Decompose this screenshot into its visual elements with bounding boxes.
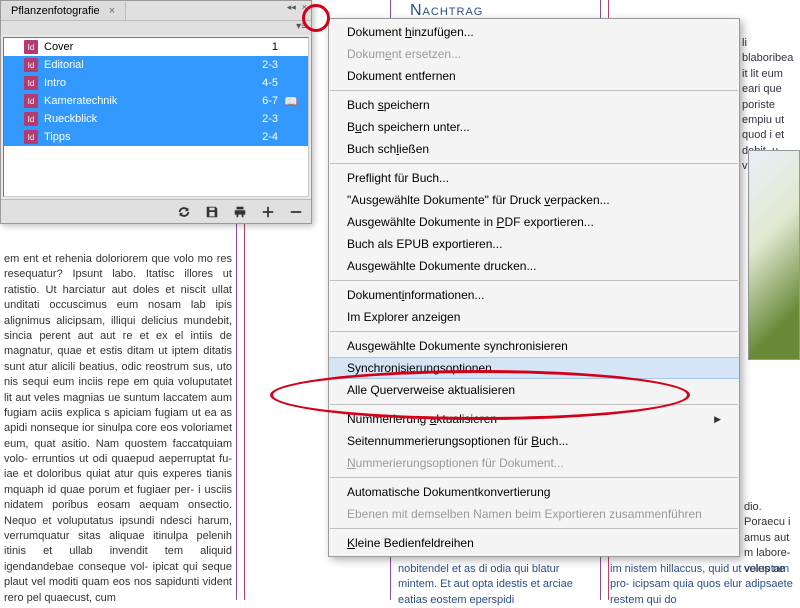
menu-item-label: Preflight für Buch... (347, 171, 449, 185)
panel-menu-icon[interactable]: ▾≡ (296, 21, 307, 32)
doc-name: Rueckblick (40, 113, 236, 125)
menu-separator (330, 90, 738, 91)
menu-item-label: Nummerierung aktualisieren (347, 412, 497, 426)
body-text-left: em ent et rehenia doloriorem que volo mo… (0, 250, 236, 608)
document-list: IdCover1IdEditorial2-3IdIntro4-5IdKamera… (3, 37, 309, 197)
menu-item: Ebenen mit demselben Namen beim Exportie… (329, 503, 739, 525)
doc-name: Kameratechnik (40, 95, 236, 107)
panel-close-icon[interactable]: × (302, 2, 307, 13)
print-icon[interactable] (233, 205, 247, 219)
menu-item-label: Buch als EPUB exportieren... (347, 237, 502, 251)
menu-item[interactable]: Ausgewählte Dokumente synchronisieren (329, 335, 739, 357)
menu-item-label: Buch speichern unter... (347, 120, 470, 134)
menu-item[interactable]: Ausgewählte Dokumente drucken... (329, 255, 739, 277)
document-row[interactable]: IdIntro4-5 (4, 74, 308, 92)
body-text-bottom-right: im nistem hillaccus, quid ut voluptam pr… (610, 562, 800, 608)
menu-item[interactable]: Preflight für Buch... (329, 167, 739, 189)
save-icon[interactable] (205, 205, 219, 219)
indesign-doc-icon: Id (22, 112, 40, 126)
indesign-doc-icon: Id (22, 58, 40, 72)
menu-item-label: Alle Querverweise aktualisieren (347, 383, 515, 397)
menu-item[interactable]: Ausgewählte Dokumente in PDF exportieren… (329, 211, 739, 233)
menu-item-label: Kleine Bedienfeldreihen (347, 536, 474, 550)
menu-item[interactable]: Dokument hinzufügen... (329, 21, 739, 43)
document-row[interactable]: IdTipps2-4 (4, 128, 308, 146)
menu-item-label: "Ausgewählte Dokumente" für Druck verpac… (347, 193, 610, 207)
menu-item[interactable]: Buch speichern unter... (329, 116, 739, 138)
menu-item-label: Automatische Dokumentkonvertierung (347, 485, 550, 499)
document-row[interactable]: IdEditorial2-3 (4, 56, 308, 74)
menu-item-label: Buch speichern (347, 98, 430, 112)
menu-item-label: Seitennummerierungsoptionen für Buch... (347, 434, 568, 448)
menu-item[interactable]: "Ausgewählte Dokumente" für Druck verpac… (329, 189, 739, 211)
submenu-arrow-icon: ▶ (714, 414, 721, 425)
menu-item: Nummerierungsoptionen für Dokument... (329, 452, 739, 474)
menu-separator (330, 404, 738, 405)
menu-separator (330, 528, 738, 529)
body-text-bottom-left: nobitendel et as di odia qui blatur mint… (398, 562, 598, 608)
menu-item[interactable]: Kleine Bedienfeldreihen (329, 532, 739, 554)
doc-pages: 2-3 (236, 59, 284, 71)
menu-item[interactable]: Alle Querverweise aktualisieren (329, 379, 739, 401)
menu-item[interactable]: Synchronisierungsoptionen... (329, 357, 739, 379)
menu-item-label: Ebenen mit demselben Namen beim Exportie… (347, 507, 702, 521)
menu-item-label: Ausgewählte Dokumente drucken... (347, 259, 536, 273)
doc-pages: 2-3 (236, 113, 284, 125)
doc-name: Editorial (40, 59, 236, 71)
doc-pages: 2-4 (236, 131, 284, 143)
indesign-doc-icon: Id (22, 94, 40, 108)
add-icon[interactable] (261, 205, 275, 219)
menu-separator (330, 331, 738, 332)
remove-icon[interactable] (289, 205, 303, 219)
image-placeholder (748, 150, 800, 360)
doc-pages: 6-7 (236, 95, 284, 107)
menu-item[interactable]: Nummerierung aktualisieren ▶ (329, 408, 739, 430)
doc-name: Cover (40, 41, 236, 53)
menu-item[interactable]: Dokumentinformationen... (329, 284, 739, 306)
document-row[interactable]: IdRueckblick2-3 (4, 110, 308, 128)
doc-name: Tipps (40, 131, 236, 143)
doc-pages: 1 (236, 41, 284, 53)
menu-item-label: Dokument entfernen (347, 69, 456, 83)
menu-item[interactable]: Buch als EPUB exportieren... (329, 233, 739, 255)
panel-tab-label: Pflanzenfotografie (11, 5, 100, 17)
doc-pages: 4-5 (236, 77, 284, 89)
collapse-icon[interactable]: ◂◂ (287, 2, 296, 13)
doc-name: Intro (40, 77, 236, 89)
panel-header: Pflanzenfotografie × ◂◂ × (1, 1, 311, 21)
menu-item[interactable]: Buch speichern (329, 94, 739, 116)
menu-separator (330, 280, 738, 281)
document-row[interactable]: IdKameratechnik6-7📖 (4, 92, 308, 110)
menu-item-label: Dokument hinzufügen... (347, 25, 474, 39)
indesign-doc-icon: Id (22, 76, 40, 90)
menu-item-label: Dokumentinformationen... (347, 288, 484, 302)
menu-item-label: Synchronisierungsoptionen... (347, 361, 502, 375)
menu-item-label: Buch schließen (347, 142, 429, 156)
menu-separator (330, 477, 738, 478)
panel-flyout-menu: Dokument hinzufügen... Dokument ersetzen.… (328, 18, 740, 557)
indesign-doc-icon: Id (22, 130, 40, 144)
menu-item[interactable]: Dokument entfernen (329, 65, 739, 87)
panel-tab[interactable]: Pflanzenfotografie × (1, 2, 126, 20)
menu-item-label: Im Explorer anzeigen (347, 310, 460, 324)
menu-item[interactable]: Seitennummerierungsoptionen für Buch... (329, 430, 739, 452)
menu-item-label: Dokument ersetzen... (347, 47, 461, 61)
menu-item-label: Ausgewählte Dokumente in PDF exportieren… (347, 215, 594, 229)
book-panel: Pflanzenfotografie × ◂◂ × ▾≡ IdCover1IdE… (0, 0, 312, 224)
doc-spread-icon: 📖 (284, 95, 304, 108)
menu-item-label: Ausgewählte Dokumente synchronisieren (347, 339, 568, 353)
menu-separator (330, 163, 738, 164)
menu-item: Dokument ersetzen... (329, 43, 739, 65)
indesign-doc-icon: Id (22, 40, 40, 54)
menu-item[interactable]: Automatische Dokumentkonvertierung (329, 481, 739, 503)
sync-icon[interactable] (177, 205, 191, 219)
menu-item[interactable]: Im Explorer anzeigen (329, 306, 739, 328)
close-icon[interactable]: × (109, 5, 115, 17)
panel-footer (1, 199, 311, 223)
document-row[interactable]: IdCover1 (4, 38, 308, 56)
menu-item[interactable]: Buch schließen (329, 138, 739, 160)
menu-item-label: Nummerierungsoptionen für Dokument... (347, 456, 564, 470)
